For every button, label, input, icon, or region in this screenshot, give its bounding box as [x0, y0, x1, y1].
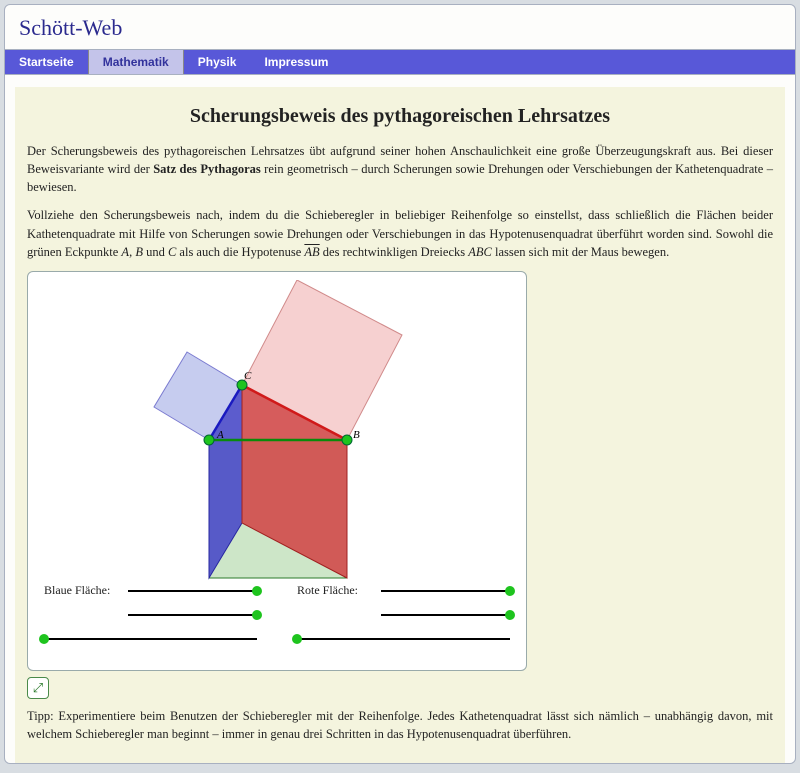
nav-physik[interactable]: Physik: [184, 50, 251, 74]
blue-slider-1[interactable]: [128, 590, 257, 592]
blue-slider-3[interactable]: [44, 638, 257, 640]
main-nav: Startseite Mathematik Physik Impressum: [5, 49, 795, 75]
nav-mathematik[interactable]: Mathematik: [88, 50, 184, 74]
sliders-row: Blaue Fläche: Rote Fläche:: [36, 584, 518, 656]
nav-startseite[interactable]: Startseite: [5, 50, 88, 74]
text: des rechtwinkligen Dreiecks: [320, 245, 469, 259]
red-slider-1[interactable]: [381, 590, 510, 592]
intro-paragraph-2: Vollziehe den Scherungsbeweis nach, inde…: [27, 206, 773, 260]
fullscreen-button[interactable]: ⤢: [27, 677, 49, 699]
expand-icon: ⤢: [33, 680, 43, 696]
intro-paragraph-1: Der Scherungsbeweis des pythagoreischen …: [27, 142, 773, 196]
blue-slider-2[interactable]: [128, 614, 257, 616]
triangle-abc: ABC: [468, 245, 492, 259]
red-slider-2[interactable]: [381, 614, 510, 616]
page-frame: Schött-Web Startseite Mathematik Physik …: [4, 4, 796, 764]
point-a: A: [121, 245, 129, 259]
label-b: B: [353, 429, 360, 441]
segment-ab: AB: [304, 245, 319, 259]
site-title: Schött-Web: [5, 5, 795, 49]
slider-thumb-icon[interactable]: [252, 610, 262, 620]
tip-paragraph: Tipp: Experimentiere beim Benutzen der S…: [27, 707, 773, 743]
red-area-label: Rote Fläche:: [297, 583, 375, 598]
blue-slider-col: Blaue Fläche:: [44, 584, 257, 656]
red-slider-3[interactable]: [297, 638, 510, 640]
point-b: B: [135, 245, 143, 259]
content-area: Scherungsbeweis des pythagoreischen Lehr…: [15, 87, 785, 764]
slider-thumb-icon[interactable]: [39, 634, 49, 644]
label-a: A: [216, 429, 224, 441]
bold-satz: Satz des Pythagoras: [153, 162, 261, 176]
slider-thumb-icon[interactable]: [292, 634, 302, 644]
point-a-handle[interactable]: [204, 435, 214, 445]
red-slider-col: Rote Fläche:: [297, 584, 510, 656]
blue-area-label: Blaue Fläche:: [44, 583, 122, 598]
slider-thumb-icon[interactable]: [505, 610, 515, 620]
label-c: C: [244, 370, 252, 382]
slider-thumb-icon[interactable]: [505, 586, 515, 596]
text: lassen sich mit der Maus bewegen.: [492, 245, 669, 259]
nav-impressum[interactable]: Impressum: [250, 50, 342, 74]
text: und: [143, 245, 168, 259]
slider-thumb-icon[interactable]: [252, 586, 262, 596]
geogebra-applet[interactable]: A B C Blaue Fläche:: [27, 271, 527, 671]
page-title: Scherungsbeweis des pythagoreischen Lehr…: [27, 105, 773, 128]
point-b-handle[interactable]: [342, 435, 352, 445]
figure-svg[interactable]: A B C: [36, 280, 518, 580]
text: als auch die Hypotenuse: [176, 245, 304, 259]
